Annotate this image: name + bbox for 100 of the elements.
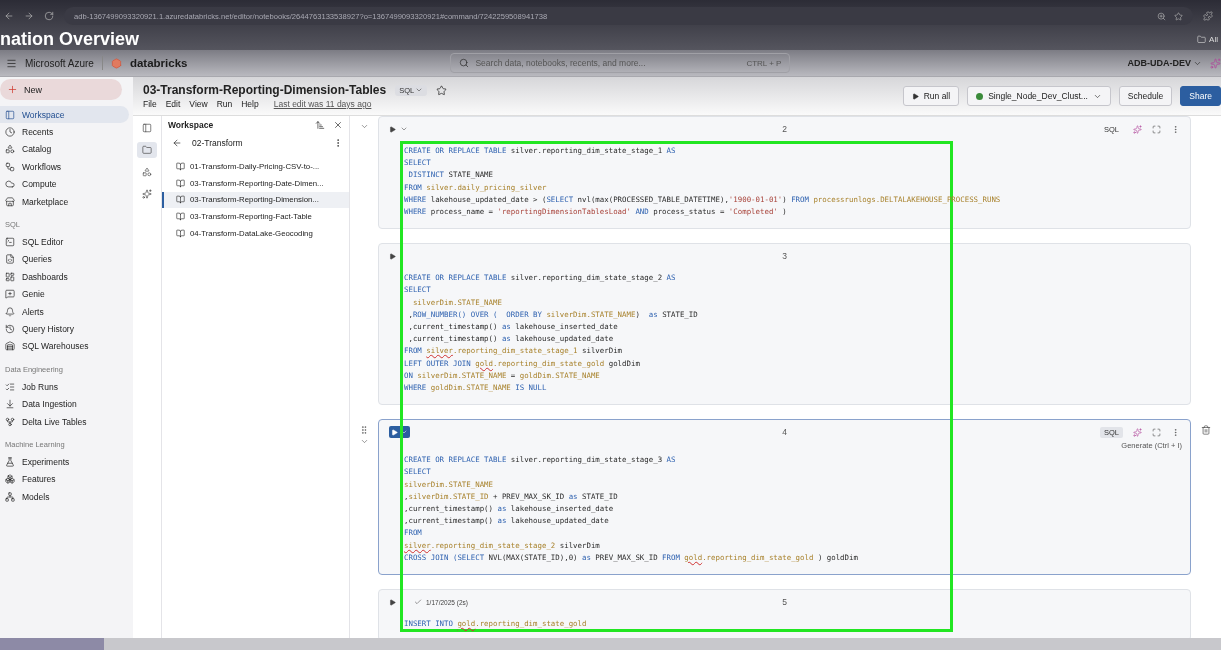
warehouse-icon [5, 341, 15, 352]
sidebar-item[interactable]: Marketplace [0, 192, 129, 211]
play-icon [911, 92, 919, 100]
logo-text: databricks [129, 57, 188, 69]
notebook-icon [176, 212, 185, 222]
sidebar-item[interactable]: Workspace [0, 106, 129, 124]
sidebar-item[interactable]: Compute [0, 175, 129, 193]
shapes-icon [142, 167, 152, 177]
search-icon [459, 58, 470, 68]
dashboard-icon [5, 271, 15, 282]
sidebar-item[interactable]: Data Ingestion [0, 395, 129, 413]
plus-icon [7, 84, 18, 95]
folder-tab[interactable] [137, 142, 157, 158]
sidebar-item[interactable]: Workflows [0, 158, 129, 176]
flask-icon [5, 456, 15, 467]
sidebar-item[interactable]: Genie [0, 285, 129, 303]
checklist-icon [5, 381, 15, 392]
caret-icon [400, 125, 408, 133]
back-icon [4, 11, 14, 21]
notebook-icon [176, 195, 185, 205]
chat-plus-icon [5, 289, 15, 300]
sidebar-item[interactable]: Dashboards [0, 268, 129, 286]
fork-icon [5, 416, 15, 427]
more-icon [1171, 124, 1180, 134]
menu-item[interactable]: View [189, 99, 208, 109]
sidebar-item[interactable]: Catalog [0, 140, 129, 159]
last-edit-link[interactable]: Last edit was 11 days ago [273, 99, 372, 109]
run-icon [389, 252, 396, 260]
sidebar-item[interactable]: Models [0, 488, 129, 506]
menu-item[interactable]: Help [241, 99, 259, 109]
bookmark-star-icon [1174, 11, 1183, 21]
cluster-dropdown[interactable]: Single_Node_Dev_Clust... [967, 86, 1111, 106]
expand-icon [1152, 427, 1161, 437]
caret-icon [415, 86, 424, 94]
cloud-icon [5, 179, 15, 190]
video-title: nation Overview [0, 28, 140, 50]
bell-icon [5, 306, 15, 317]
run-all-button[interactable]: Run all [902, 86, 960, 106]
video-progress-bar[interactable] [0, 638, 1221, 650]
sidebar-item[interactable]: Alerts [0, 302, 129, 321]
new-button[interactable]: New [0, 79, 122, 100]
zoom-icon [1157, 11, 1166, 21]
sidebar-item[interactable]: Job Runs [0, 378, 129, 396]
sidebar-item[interactable]: Features [0, 470, 129, 489]
collapse-icon [359, 122, 369, 131]
shortcut-hint: CTRL + P [746, 58, 782, 68]
workspace-switcher[interactable]: ADB-UDA-DEV [1127, 58, 1202, 68]
run-icon [389, 598, 396, 606]
notebook-icon [176, 161, 185, 171]
sidebar-item[interactable]: Recents [0, 123, 129, 141]
panel-icon [142, 123, 152, 133]
history-icon [5, 324, 15, 334]
terminal-icon [5, 237, 15, 248]
clock-icon [5, 127, 15, 138]
sidebar-item[interactable]: SQL Editor [0, 233, 129, 251]
sidebar-item[interactable]: Query History [0, 320, 129, 338]
cell-number: 4 [782, 427, 787, 438]
drag-handle-icon [359, 425, 369, 436]
workflow-icon [5, 161, 15, 172]
run-cell-button[interactable] [389, 426, 410, 439]
expand-icon [1152, 124, 1161, 134]
sidebar-item[interactable]: Experiments [0, 453, 129, 471]
back-icon [172, 138, 182, 148]
folder-icon [142, 145, 152, 155]
boxes-icon [5, 474, 15, 485]
run-icon [389, 125, 396, 133]
code-cell[interactable] [378, 419, 1191, 576]
panel-title: Workspace [168, 120, 215, 130]
panel-icon [5, 109, 15, 120]
folder-icon [1197, 34, 1207, 44]
cell-number: 3 [782, 251, 787, 262]
menu-item[interactable]: File [143, 99, 157, 109]
brand-name: Microsoft Azure [25, 57, 94, 69]
sidebar-item[interactable]: Delta Live Tables [0, 412, 129, 431]
sparkle-icon [1210, 57, 1221, 69]
notebook-title: 03-Transform-Reporting-Dimension-Tables [143, 83, 387, 97]
sparkle-icon [142, 189, 152, 199]
menu-icon [6, 57, 17, 69]
store-icon [5, 196, 15, 207]
more-icon [1171, 427, 1180, 437]
share-button[interactable]: Share [1180, 86, 1221, 106]
cell-number: 2 [782, 124, 787, 134]
delete-icon [1201, 425, 1211, 436]
check-icon [414, 598, 422, 607]
sidebar-item[interactable]: SQL Warehouses [0, 337, 129, 356]
notebook-icon [176, 178, 185, 188]
file-code-icon [5, 254, 15, 265]
notebook-icon [176, 229, 185, 239]
menu-item[interactable]: Run [216, 99, 233, 109]
extension-icon [1203, 11, 1213, 21]
schedule-button[interactable]: Schedule [1118, 86, 1173, 106]
menu-item[interactable]: Edit [165, 99, 181, 109]
bookmark-folder[interactable]: All [1209, 34, 1218, 44]
download-icon [5, 399, 15, 410]
forward-icon [24, 11, 34, 21]
sidebar-item[interactable]: Queries [0, 250, 129, 269]
network-icon [5, 491, 15, 502]
shapes-icon [5, 144, 15, 155]
sparkle-icon [1133, 427, 1142, 437]
close-icon [333, 120, 343, 130]
